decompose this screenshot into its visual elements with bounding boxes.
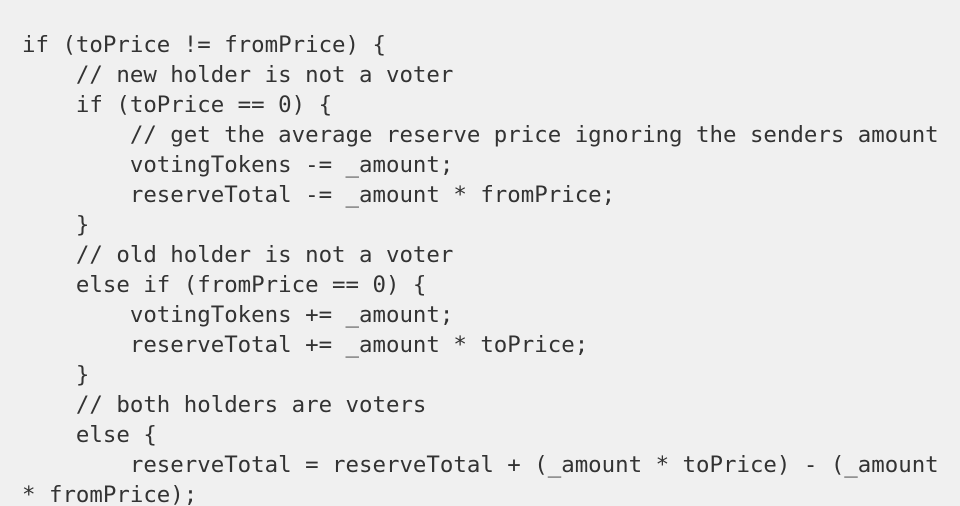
- code-block[interactable]: if (toPrice != fromPrice) { // new holde…: [0, 22, 960, 506]
- code-content: if (toPrice != fromPrice) { // new holde…: [22, 32, 939, 506]
- code-snippet-viewport: if (toPrice != fromPrice) { // new holde…: [0, 0, 960, 506]
